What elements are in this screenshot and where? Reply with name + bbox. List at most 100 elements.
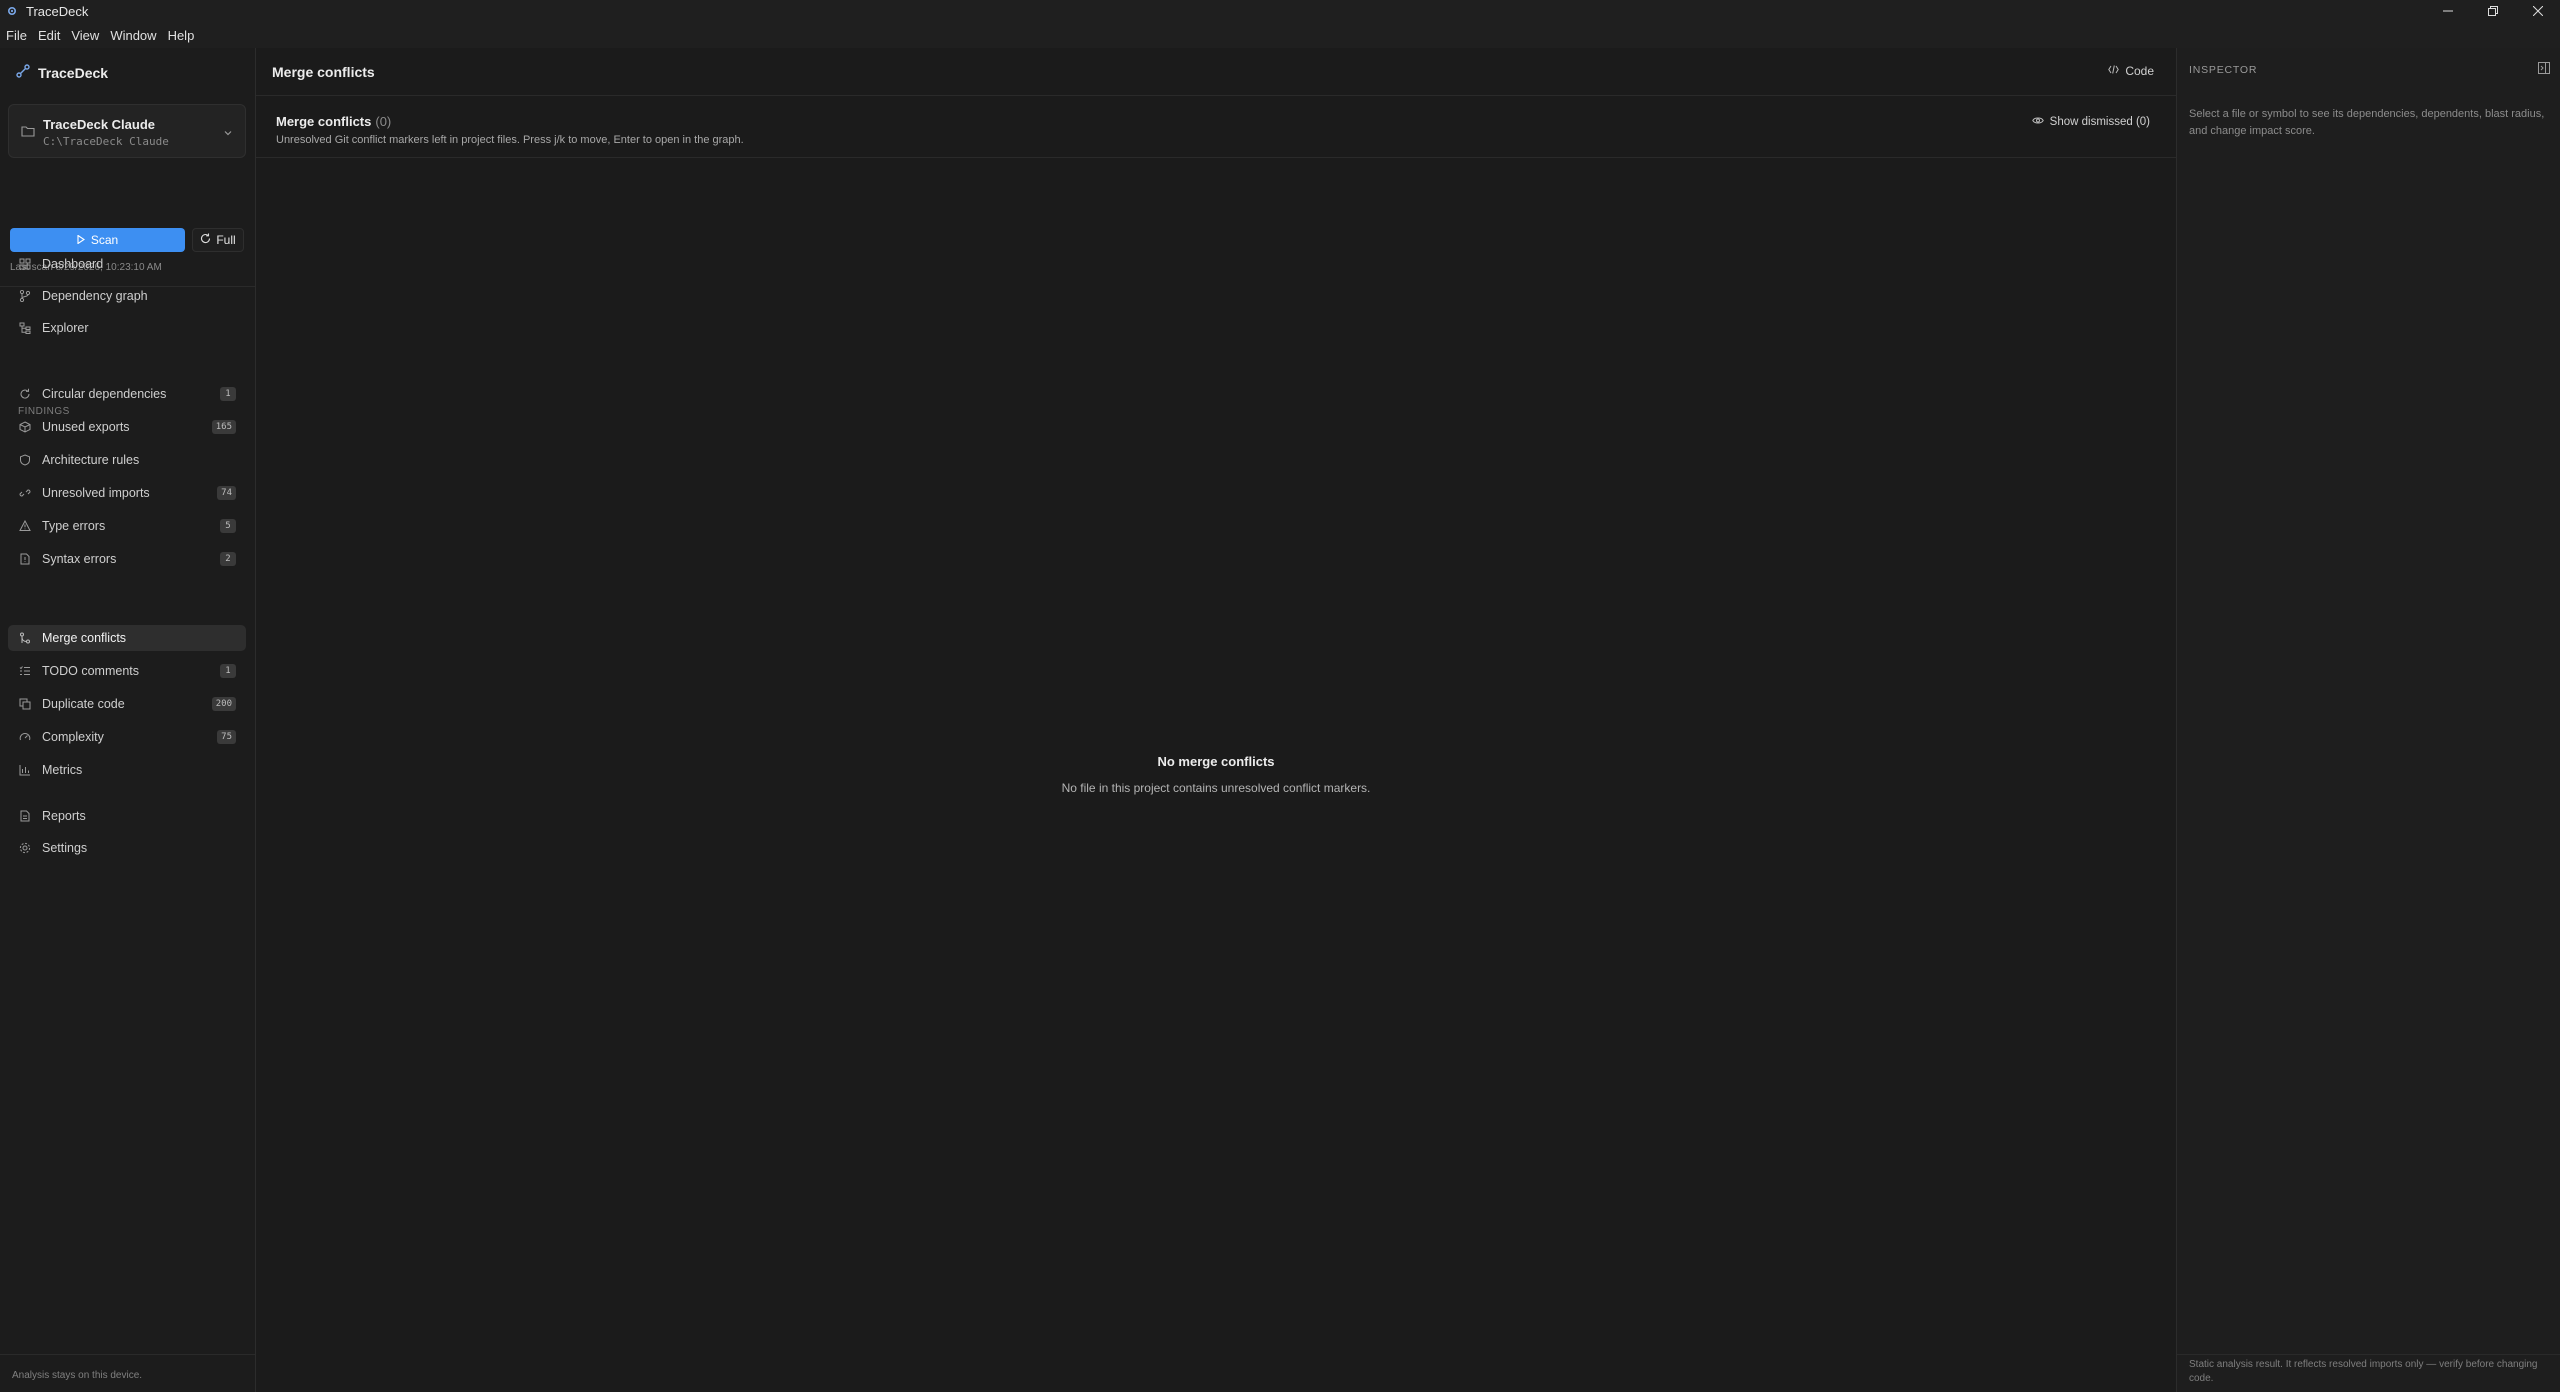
section-title: Merge conflicts (0) — [276, 114, 391, 129]
menu-bar: File Edit View Window Help — [0, 22, 2560, 48]
nav-dependency-graph[interactable]: Dependency graph — [8, 283, 246, 309]
divider — [2177, 1354, 2560, 1355]
inspector-title: INSPECTOR — [2189, 64, 2258, 76]
minimize-button[interactable] — [2425, 0, 2470, 22]
code-icon — [2108, 65, 2120, 77]
nav-label: Dashboard — [42, 257, 104, 271]
nav-todo-comments[interactable]: TODO comments 1 — [8, 658, 246, 684]
refresh-icon — [200, 233, 211, 247]
nav-dashboard[interactable]: Dashboard — [8, 251, 246, 277]
gear-icon — [18, 841, 32, 855]
empty-state-description: No file in this project contains unresol… — [1061, 781, 1371, 795]
show-dismissed-label: Show dismissed (0) — [2049, 116, 2150, 128]
nav-syntax-errors[interactable]: Syntax errors 2 — [8, 546, 246, 572]
menu-window[interactable]: Window — [110, 28, 156, 43]
restore-button[interactable] — [2470, 0, 2515, 22]
nav-unused-exports[interactable]: Unused exports 165 — [8, 414, 246, 440]
code-label: Code — [2125, 64, 2154, 78]
section-header: Merge conflicts (0) Unresolved Git confli… — [256, 96, 2176, 158]
nav-label: Architecture rules — [42, 453, 140, 467]
brand-name: TraceDeck — [38, 64, 109, 81]
inspector-footer-note: Static analysis result. It reflects reso… — [2189, 1359, 2538, 1384]
nav-label: Merge conflicts — [42, 631, 127, 645]
divider — [0, 1354, 255, 1355]
gauge-icon — [18, 730, 32, 744]
count-badge: 5 — [220, 519, 236, 533]
count-badge: 74 — [217, 486, 236, 500]
nav-label: Unused exports — [42, 420, 130, 434]
sidebar-footer-note: Analysis stays on this device. — [12, 1370, 143, 1381]
nav-architecture-rules[interactable]: Architecture rules — [8, 447, 246, 473]
full-label: Full — [216, 233, 236, 247]
count-badge: 200 — [211, 697, 236, 711]
nav-unresolved-imports[interactable]: Unresolved imports 74 — [8, 480, 246, 506]
count-badge: 165 — [211, 420, 236, 434]
nav-label: Syntax errors — [42, 552, 117, 566]
nav-label: Dependency graph — [42, 289, 148, 303]
eye-icon — [2031, 116, 2044, 128]
title-bar: TraceDeck — [0, 0, 2560, 22]
nav-label: TODO comments — [42, 664, 140, 678]
play-icon — [77, 233, 85, 246]
tree-icon — [18, 321, 32, 335]
full-scan-button[interactable]: Full — [192, 228, 244, 252]
count-badge: 1 — [220, 664, 236, 678]
nav-complexity[interactable]: Complexity 75 — [8, 724, 246, 750]
file-warning-icon — [18, 552, 32, 566]
bar-chart-icon — [18, 763, 32, 777]
list-check-icon — [18, 664, 32, 678]
git-merge-icon — [18, 631, 32, 645]
dashboard-icon — [18, 257, 32, 271]
copy-icon — [18, 697, 32, 711]
menu-help[interactable]: Help — [168, 28, 195, 43]
nav-metrics[interactable]: Metrics — [8, 757, 246, 783]
menu-file[interactable]: File — [6, 28, 27, 43]
nav-label: Reports — [42, 809, 86, 823]
broken-link-icon — [18, 486, 32, 500]
brand: TraceDeck — [16, 64, 108, 81]
cycle-icon — [18, 387, 32, 401]
app-gear-icon — [6, 4, 20, 18]
count-badge: 75 — [217, 730, 236, 744]
menu-view[interactable]: View — [71, 28, 99, 43]
empty-state: No merge conflicts No file in this proje… — [256, 754, 2176, 795]
nav-merge-conflicts[interactable]: Merge conflicts — [8, 625, 246, 651]
page-title: Merge conflicts — [272, 64, 375, 80]
nav-label: Metrics — [42, 763, 83, 777]
sidebar: TraceDeck TraceDeck Claude C:\TraceDeck … — [0, 48, 256, 1392]
nav-settings[interactable]: Settings — [8, 835, 246, 861]
nav-label: Explorer — [42, 321, 89, 335]
nav-label: Circular dependencies — [42, 387, 167, 401]
folder-icon — [21, 125, 35, 140]
main-panel: Merge conflicts Code Merge conflicts (0) … — [256, 48, 2176, 1392]
empty-state-title: No merge conflicts — [1157, 754, 1275, 769]
code-button[interactable]: Code — [2108, 64, 2154, 78]
close-window-button[interactable] — [2515, 0, 2560, 22]
shield-icon — [18, 453, 32, 467]
section-description: Unresolved Git conflict markers left in … — [276, 134, 744, 146]
nav-duplicate-code[interactable]: Duplicate code 200 — [8, 691, 246, 717]
project-selector[interactable]: TraceDeck Claude C:\TraceDeck Claude — [8, 104, 246, 158]
nav-reports[interactable]: Reports — [8, 803, 246, 829]
project-name: TraceDeck Claude — [43, 117, 156, 132]
section-title-text: Merge conflicts — [276, 114, 372, 129]
window-title: TraceDeck — [26, 3, 89, 19]
count-badge: 1 — [220, 387, 236, 401]
show-dismissed-toggle[interactable]: Show dismissed (0) — [2031, 116, 2150, 128]
inspector-hint: Select a file or symbol to see its depen… — [2189, 108, 2545, 137]
project-path: C:\TraceDeck Claude — [43, 135, 169, 148]
inspector-panel: INSPECTOR Select a file or symbol to see… — [2176, 48, 2560, 1392]
nav-type-errors[interactable]: Type errors 5 — [8, 513, 246, 539]
nav-label: Settings — [42, 841, 88, 855]
menu-edit[interactable]: Edit — [38, 28, 60, 43]
scan-button[interactable]: Scan — [10, 228, 185, 252]
warning-icon — [18, 519, 32, 533]
nav-label: Type errors — [42, 519, 106, 533]
nav-explorer[interactable]: Explorer — [8, 315, 246, 341]
brand-logo-icon — [16, 64, 30, 81]
nav-circular-dependencies[interactable]: Circular dependencies 1 — [8, 381, 246, 407]
panel-toggle-icon[interactable] — [2538, 62, 2550, 77]
package-icon — [18, 420, 32, 434]
main-header: Merge conflicts Code — [256, 48, 2176, 96]
chevron-down-icon — [223, 126, 233, 141]
